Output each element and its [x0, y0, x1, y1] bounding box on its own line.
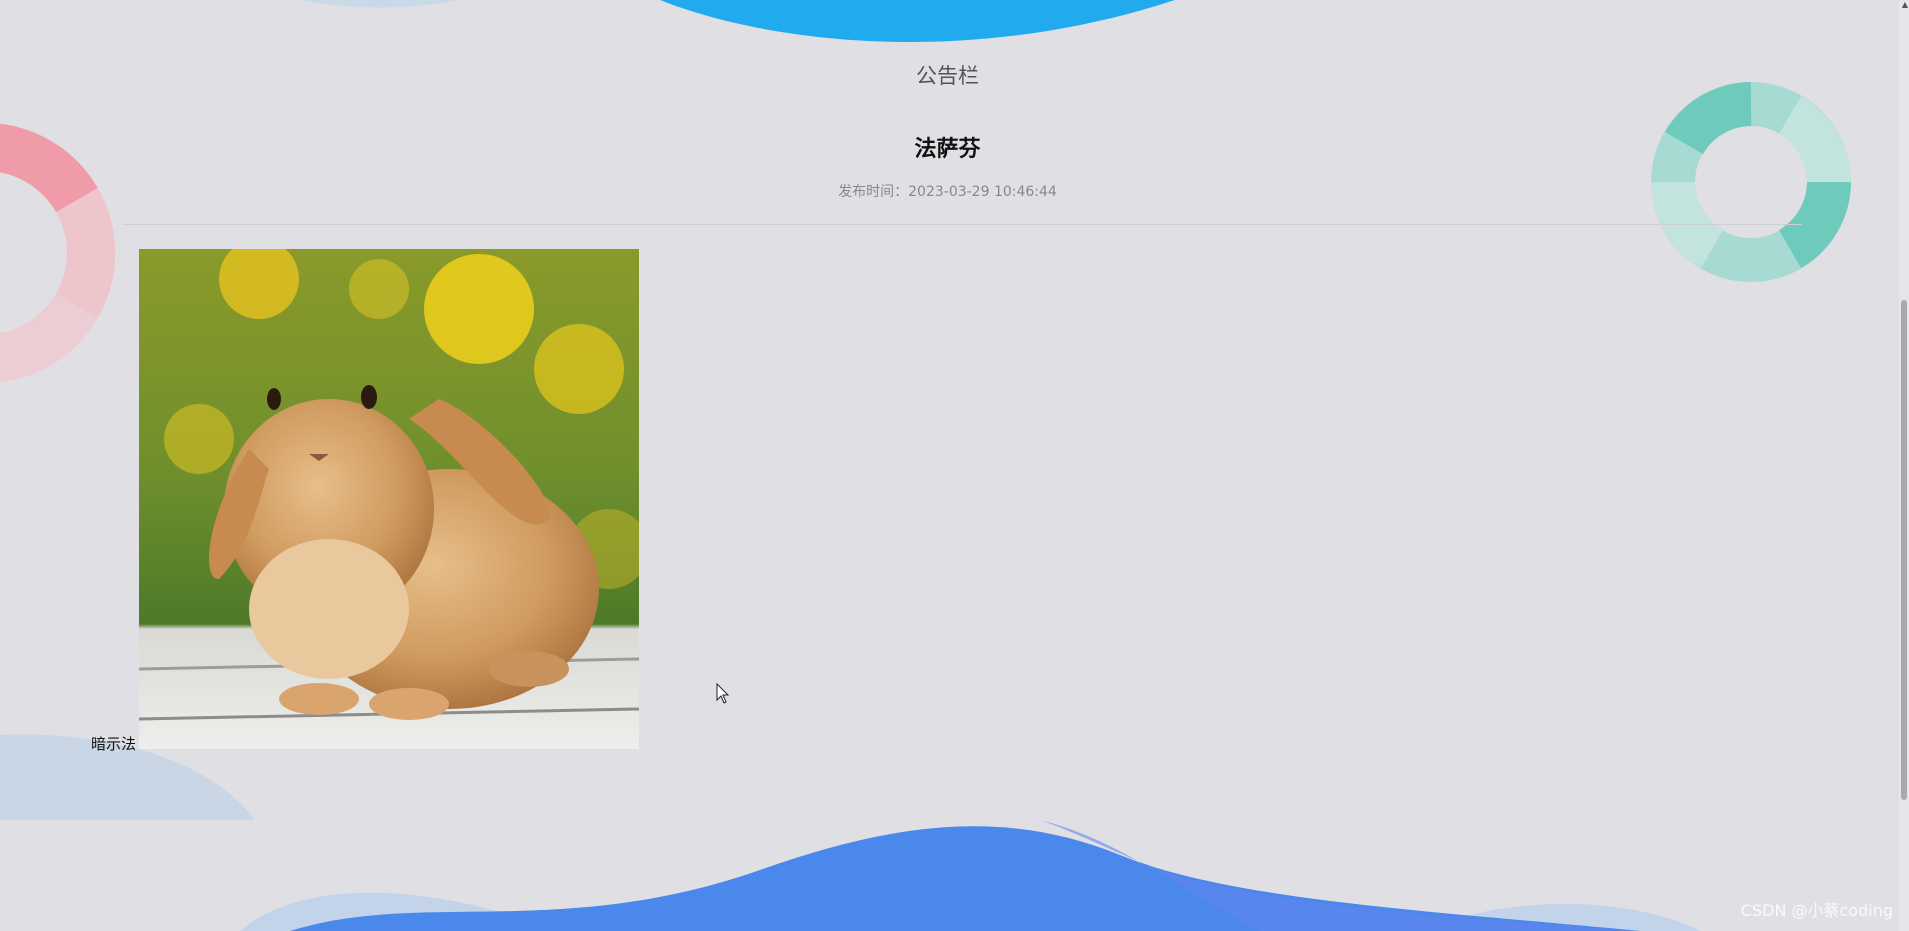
top-wave-decoration: [300, 0, 1175, 42]
notice-content-text: 暗示法: [91, 735, 137, 753]
page: 公告栏 法萨芬 发布时间：2023-03-29 10:46:44 暗示法 ▲ C…: [0, 0, 1909, 931]
divider: [122, 224, 1802, 225]
scrollbar-thumb[interactable]: [1901, 300, 1907, 800]
mouse-cursor-icon: [716, 683, 730, 704]
bottom-wave-decoration: [240, 820, 1700, 931]
page-scrollbar[interactable]: ▲: [1899, 0, 1909, 931]
scroll-up-arrow-icon[interactable]: ▲: [1902, 0, 1908, 9]
watermark: CSDN @小蔡coding: [1740, 901, 1893, 920]
section-title: 公告栏: [916, 64, 979, 88]
publish-time: 发布时间：2023-03-29 10:46:44: [838, 184, 1057, 200]
notice-title: 法萨芬: [914, 137, 981, 162]
notice-image: [139, 249, 639, 749]
